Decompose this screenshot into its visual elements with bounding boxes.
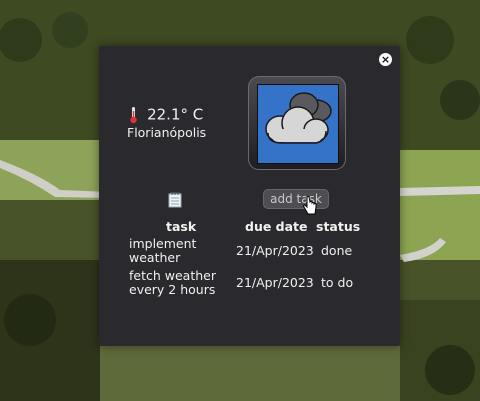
task-name-2: fetch weather every 2 hours [129,268,216,297]
task-due-2: 21/Apr/2023 [236,275,314,290]
temperature-row: 22.1° C [129,104,203,124]
column-header-task: task [166,219,197,234]
add-task-button[interactable]: add task [263,189,329,209]
task-name-1: implement weather [129,236,197,265]
weather-condition-panel [257,84,339,164]
task-due-1: 21/Apr/2023 [236,243,314,258]
thermometer-icon [130,106,137,123]
hand-cursor-icon [303,196,317,215]
weather-task-widget: × 22.1° C Florianópolis add task task du… [99,46,400,346]
weather-icon-frame [248,76,346,170]
task-status-2: to do [321,275,354,290]
cloudy-icon [265,92,332,144]
city-name: Florianópolis [127,125,207,140]
column-header-due-date: due date [245,219,308,234]
task-status-1: done [321,243,353,258]
notepad-icon [168,192,182,208]
column-header-status: status [316,219,361,234]
temperature-value: 22.1° C [147,105,204,124]
close-button[interactable]: × [379,53,392,66]
